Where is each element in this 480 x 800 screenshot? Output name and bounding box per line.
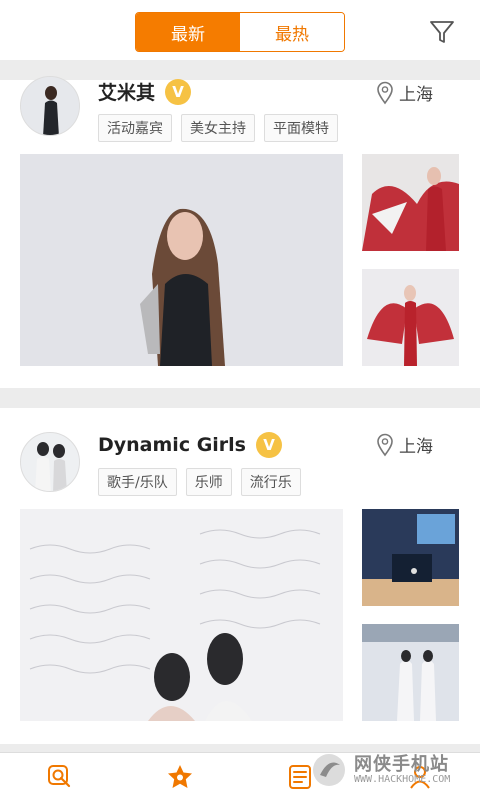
avatar[interactable] xyxy=(20,432,80,492)
tag-list: 歌手/乐队 乐师 流行乐 xyxy=(98,468,301,496)
location-pin-icon xyxy=(377,81,393,104)
watermark: 网侠手机站 WWW.HACKHOME.COM xyxy=(310,740,480,800)
watermark-logo-icon xyxy=(313,754,345,786)
tag[interactable]: 美女主持 xyxy=(181,114,255,142)
tag[interactable]: 活动嘉宾 xyxy=(98,114,172,142)
location-text: 上海 xyxy=(399,437,433,457)
tag-list: 活动嘉宾 美女主持 平面模特 xyxy=(98,114,338,142)
divider-band xyxy=(0,388,480,408)
performer-card[interactable]: 艾米其 V 上海 活动嘉宾 美女主持 平面模特 xyxy=(0,76,480,388)
tag[interactable]: 乐师 xyxy=(185,468,232,496)
tag[interactable]: 歌手/乐队 xyxy=(98,468,177,496)
divider-band xyxy=(0,60,480,80)
sort-segmented-control: 最新 最热 xyxy=(135,12,345,52)
verified-badge-icon: V xyxy=(256,432,282,458)
location-pin-icon xyxy=(377,433,393,456)
tag[interactable]: 平面模特 xyxy=(264,114,338,142)
main-photo[interactable] xyxy=(20,509,343,721)
watermark-text: 网侠手机站 xyxy=(354,753,449,775)
performer-name[interactable]: 艾米其 xyxy=(98,78,155,105)
thumbnail-photo[interactable] xyxy=(362,269,459,366)
filter-icon[interactable] xyxy=(428,18,456,46)
tab-latest[interactable]: 最新 xyxy=(136,13,240,51)
watermark-url: WWW.HACKHOME.COM xyxy=(354,774,451,786)
main-photo[interactable] xyxy=(20,154,343,366)
star-badge-icon[interactable] xyxy=(166,763,194,791)
location: 上海 xyxy=(375,432,433,457)
top-bar: 最新 最热 xyxy=(0,4,480,60)
tag[interactable]: 流行乐 xyxy=(240,468,301,496)
thumbnail-photo[interactable] xyxy=(362,154,459,251)
thumbnail-photo[interactable] xyxy=(362,509,459,606)
search-icon[interactable] xyxy=(46,763,74,791)
performer-card[interactable]: Dynamic Girls V 上海 歌手/乐队 乐师 流行乐 xyxy=(0,408,480,744)
location-text: 上海 xyxy=(399,85,433,105)
tab-hottest[interactable]: 最热 xyxy=(240,13,344,51)
verified-badge-icon: V xyxy=(165,78,192,105)
performer-name[interactable]: Dynamic Girls xyxy=(98,434,246,456)
location: 上海 xyxy=(375,80,433,105)
avatar[interactable] xyxy=(20,76,80,136)
thumbnail-photo[interactable] xyxy=(362,624,459,721)
